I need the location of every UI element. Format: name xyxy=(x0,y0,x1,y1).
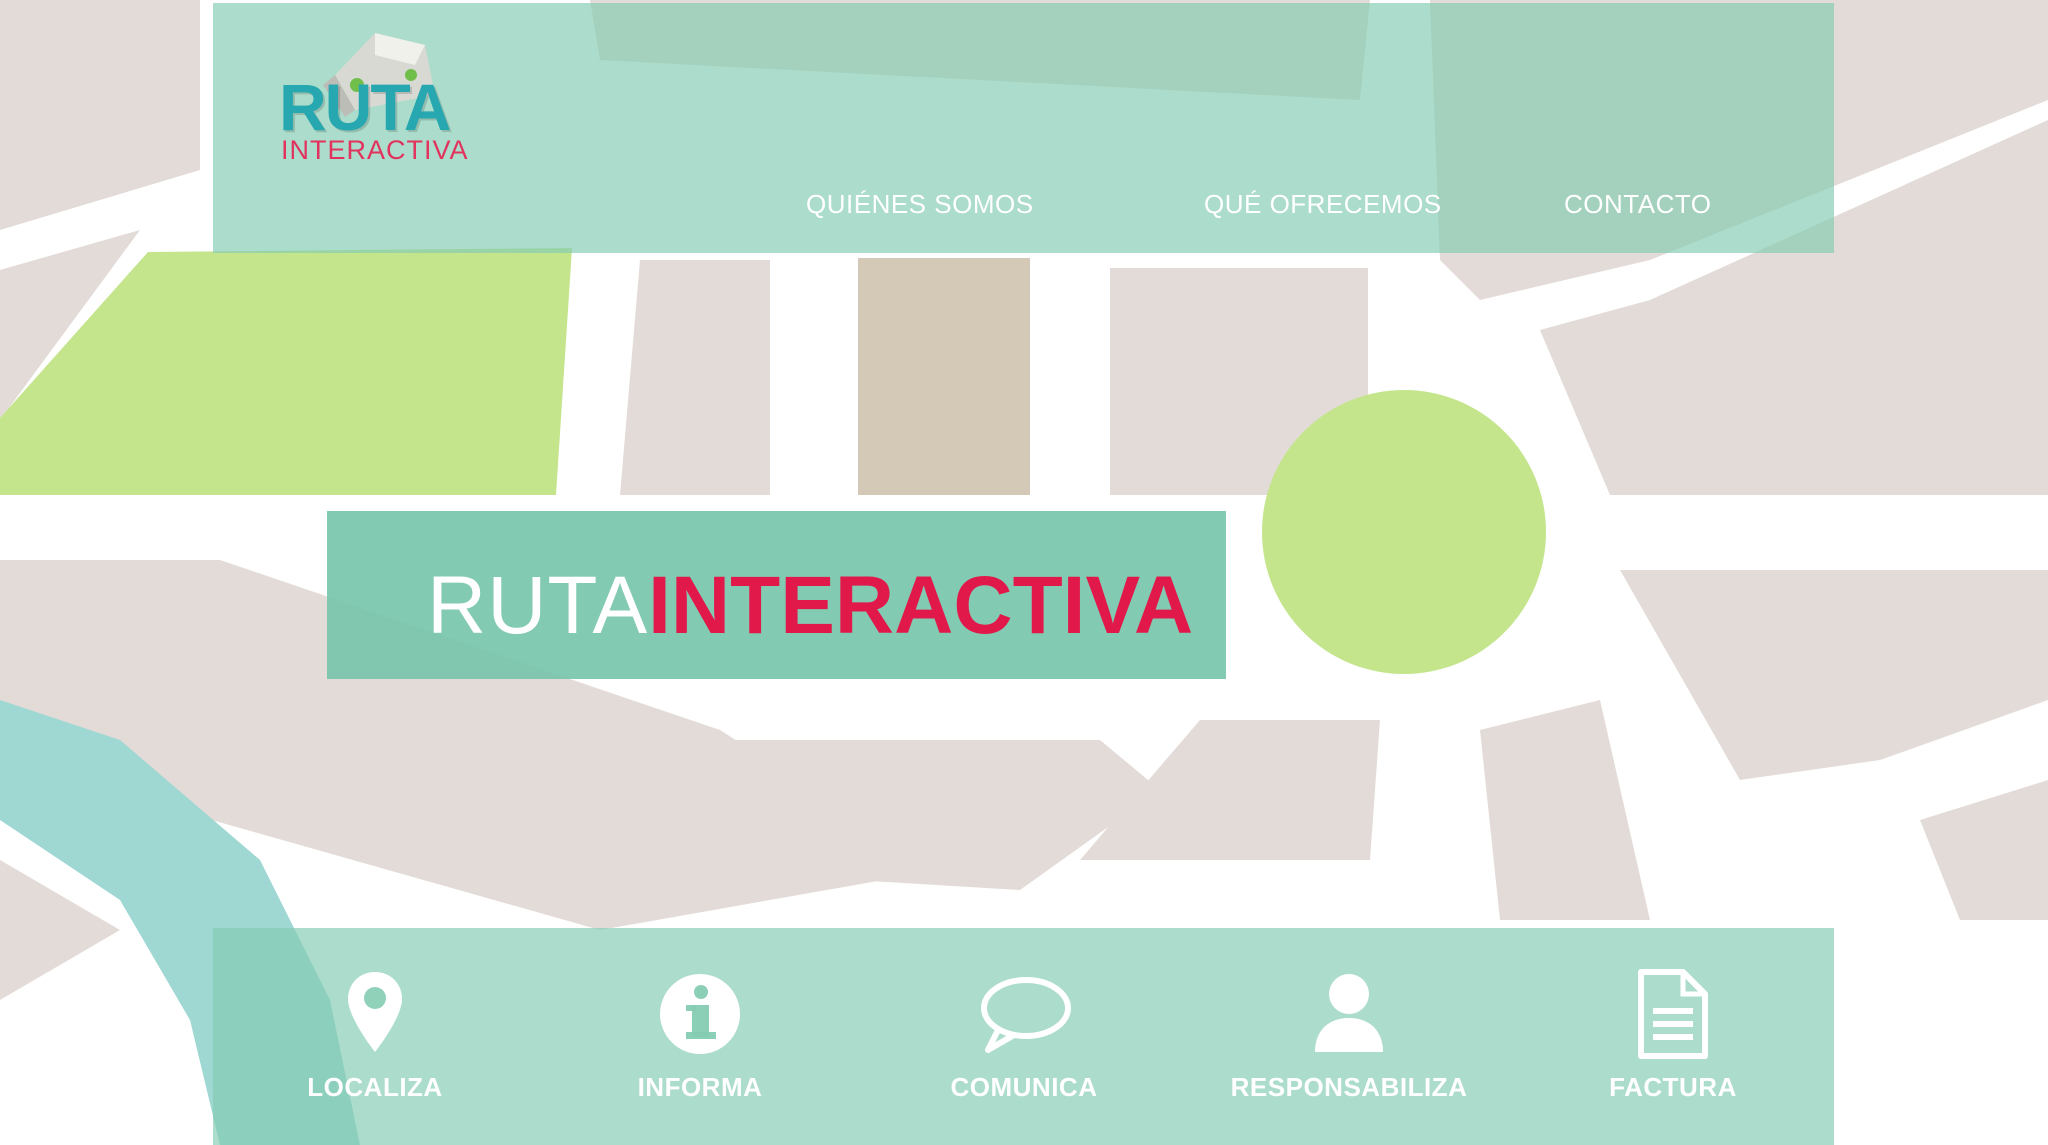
logo-word: RUTA xyxy=(279,70,451,144)
feature-responsabiliza-label: RESPONSABILIZA xyxy=(1230,1072,1468,1102)
hero-banner: RUTAINTERACTIVA xyxy=(327,511,1226,679)
nav-quienes-somos[interactable]: QUIÉNES SOMOS xyxy=(806,189,1034,220)
hero-title-light: RUTA xyxy=(427,560,649,651)
speech-bubble-icon xyxy=(981,977,1071,1053)
feature-factura-label: FACTURA xyxy=(1609,1072,1737,1102)
nav-que-ofrecemos[interactable]: QUÉ OFRECEMOS xyxy=(1204,189,1442,220)
hero-title-bold: INTERACTIVA xyxy=(648,560,1194,651)
main-nav: QUIÉNES SOMOS QUÉ OFRECEMOS CONTACTO xyxy=(634,189,1834,239)
nav-contacto[interactable]: CONTACTO xyxy=(1564,189,1711,220)
feature-factura[interactable]: FACTURA xyxy=(1533,968,1813,1128)
person-icon xyxy=(1315,974,1383,1052)
feature-localiza-label: LOCALIZA xyxy=(307,1072,443,1102)
feature-informa-label: INFORMA xyxy=(637,1072,763,1102)
location-pin-icon xyxy=(348,972,402,1052)
logo[interactable]: RUTA INTERACTIVA xyxy=(265,15,485,165)
feature-comunica-label: COMUNICA xyxy=(950,1072,1098,1102)
hero-title: RUTAINTERACTIVA xyxy=(427,561,1193,651)
feature-informa[interactable]: INFORMA xyxy=(560,968,840,1128)
feature-comunica[interactable]: COMUNICA xyxy=(884,968,1164,1128)
feature-bar: LOCALIZA INFORMA COMUNICA RESPONSABILIZA xyxy=(213,928,1834,1145)
logo-subtitle: INTERACTIVA xyxy=(281,135,469,165)
feature-responsabiliza[interactable]: RESPONSABILIZA xyxy=(1209,968,1489,1128)
document-icon xyxy=(1638,969,1708,1059)
site-header: RUTA INTERACTIVA QUIÉNES SOMOS QUÉ OFREC… xyxy=(213,3,1834,253)
info-icon xyxy=(660,974,740,1054)
feature-localiza[interactable]: LOCALIZA xyxy=(235,968,515,1128)
